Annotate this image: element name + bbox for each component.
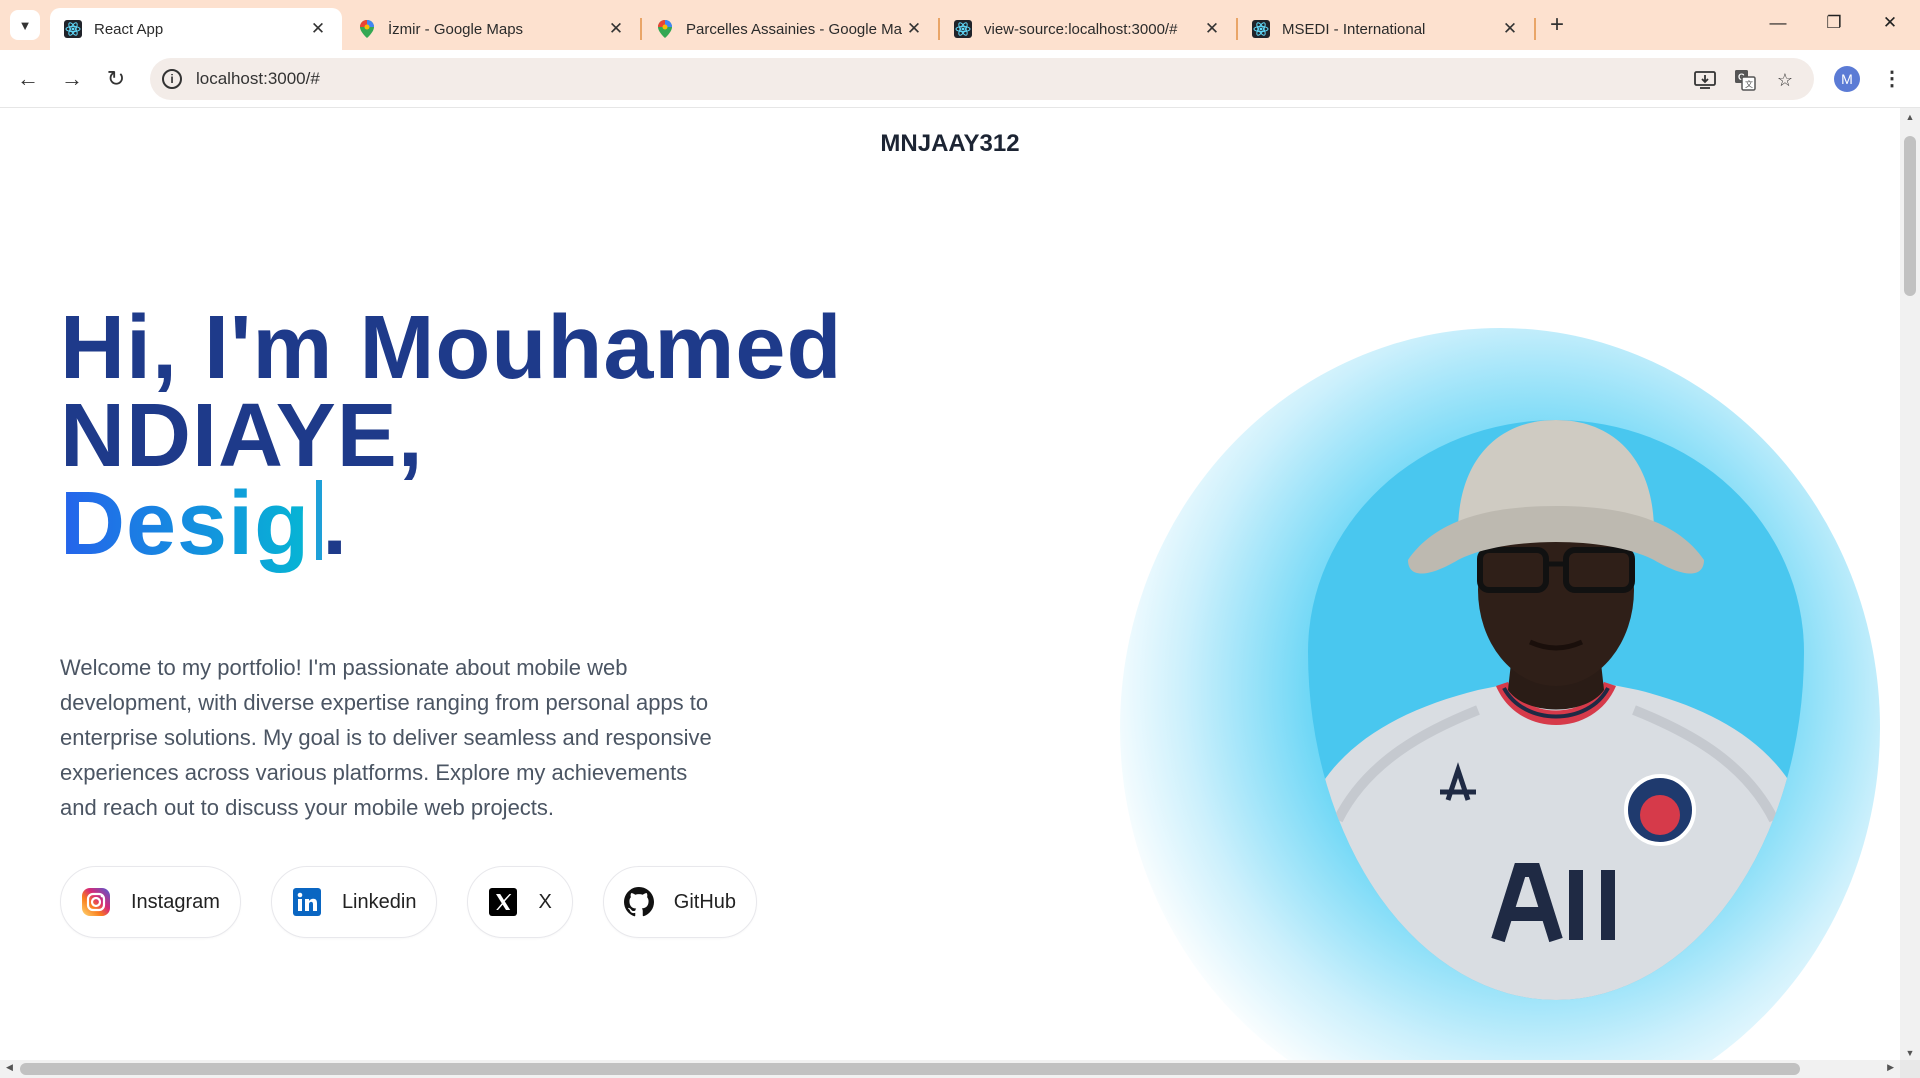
github-icon [623,887,654,917]
hero-line-3: Desig. [60,479,1060,569]
scroll-up-icon[interactable]: ▲ [1900,112,1920,122]
back-button[interactable]: ← [12,63,44,95]
hero-heading: Hi, I'm Mouhamed NDIAYE, Desig. [60,298,1060,569]
x-label: X [538,890,552,913]
typed-text: Desig [60,474,311,574]
x-link[interactable]: X [467,866,573,938]
horizontal-scrollbar[interactable]: ◀ ▶ [0,1060,1900,1078]
hero-line-1: Hi, I'm Mouhamed [60,298,843,398]
tab-title: view-source:localhost:3000/# [984,20,1178,38]
linkedin-link[interactable]: Linkedin [270,866,438,938]
scroll-right-icon[interactable]: ▶ [1887,1062,1894,1073]
arrow-right-icon: → [61,66,83,91]
install-app-icon[interactable] [1692,67,1718,93]
vertical-scrollbar[interactable]: ▲ ▼ [1900,108,1920,1060]
tab-msedi[interactable]: MSEDI - International ✕ [1238,8,1534,50]
intro-paragraph: Welcome to my portfolio! I'm passionate … [60,655,712,820]
tab-separator [1534,18,1536,40]
tab-izmir-maps[interactable]: İzmir - Google Maps ✕ [344,8,640,50]
github-link[interactable]: GitHub [602,866,758,938]
tab-title: MSEDI - International [1282,20,1426,38]
close-window-button[interactable]: ✕ [1870,8,1910,38]
browser-toolbar: ← → ↻ i localhost:3000/# G文 ☆ M ⋮ [0,50,1920,108]
tab-title: React App [94,20,164,38]
forward-button[interactable]: → [56,63,88,95]
social-links: Instagram Linkedin X GitHub [60,866,758,938]
tab-strip: ▼ React App ✕ İzmir - Google Maps ✕ Parc… [0,0,1920,50]
site-info-icon[interactable]: i [162,69,182,89]
chevron-down-icon: ▼ [18,17,32,33]
horizontal-scroll-thumb[interactable] [20,1063,1800,1075]
vertical-scroll-thumb[interactable] [1904,136,1916,296]
translate-icon[interactable]: G文 [1732,67,1758,93]
profile-avatar[interactable]: M [1834,66,1860,92]
react-icon [1252,20,1270,38]
linkedin-label: Linkedin [341,890,417,913]
scrollbar-corner [1900,1060,1920,1078]
instagram-label: Instagram [131,890,220,913]
scroll-down-icon[interactable]: ▼ [1900,1048,1920,1058]
plus-icon: + [1549,11,1564,38]
restore-icon: ❐ [1826,13,1842,32]
tab-title: İzmir - Google Maps [388,20,524,38]
close-icon[interactable]: ✕ [1202,19,1222,39]
site-brand[interactable]: MNJAAY312 [0,130,1900,158]
arrow-left-icon: ← [17,66,39,91]
instagram-link[interactable]: Instagram [60,866,241,938]
maps-pin-icon [358,20,376,38]
x-icon [488,887,518,917]
github-label: GitHub [673,890,737,913]
reload-button[interactable]: ↻ [100,63,132,95]
tab-parcelles-maps[interactable]: Parcelles Assainies - Google Ma ✕ [642,8,938,50]
tab-react-app[interactable]: React App ✕ [50,8,342,50]
minimize-icon: — [1769,13,1787,32]
restore-button[interactable]: ❐ [1814,8,1854,38]
react-icon [954,20,972,38]
tab-view-source[interactable]: view-source:localhost:3000/# ✕ [940,8,1236,50]
close-icon[interactable]: ✕ [606,19,626,39]
close-icon[interactable]: ✕ [904,19,924,39]
react-icon [64,20,82,38]
tab-title: Parcelles Assainies - Google Ma [686,20,902,38]
linkedin-icon [292,887,322,917]
new-tab-button[interactable]: + [1542,10,1572,40]
url-text[interactable]: localhost:3000/# [196,69,320,89]
address-bar[interactable]: i localhost:3000/# G文 ☆ [150,58,1814,100]
svg-text:文: 文 [1745,79,1753,89]
hero-line-2: NDIAYE, [60,386,424,486]
instagram-icon [81,887,111,917]
menu-kebab-icon[interactable]: ⋮ [1882,64,1902,94]
star-bookmark-icon[interactable]: ☆ [1772,67,1798,93]
close-icon[interactable]: ✕ [1500,19,1520,39]
reload-icon: ↻ [106,66,126,91]
minimize-button[interactable]: — [1758,8,1798,38]
page-viewport: MNJAAY312 Hi, I'm Mouhamed NDIAYE, Desig… [0,108,1900,1060]
close-icon: ✕ [1882,13,1898,32]
tab-search-button[interactable]: ▼ [10,10,40,40]
hero-period: . [322,474,349,574]
close-icon[interactable]: ✕ [308,19,328,39]
scroll-left-icon[interactable]: ◀ [6,1062,13,1073]
maps-pin-icon [656,20,674,38]
